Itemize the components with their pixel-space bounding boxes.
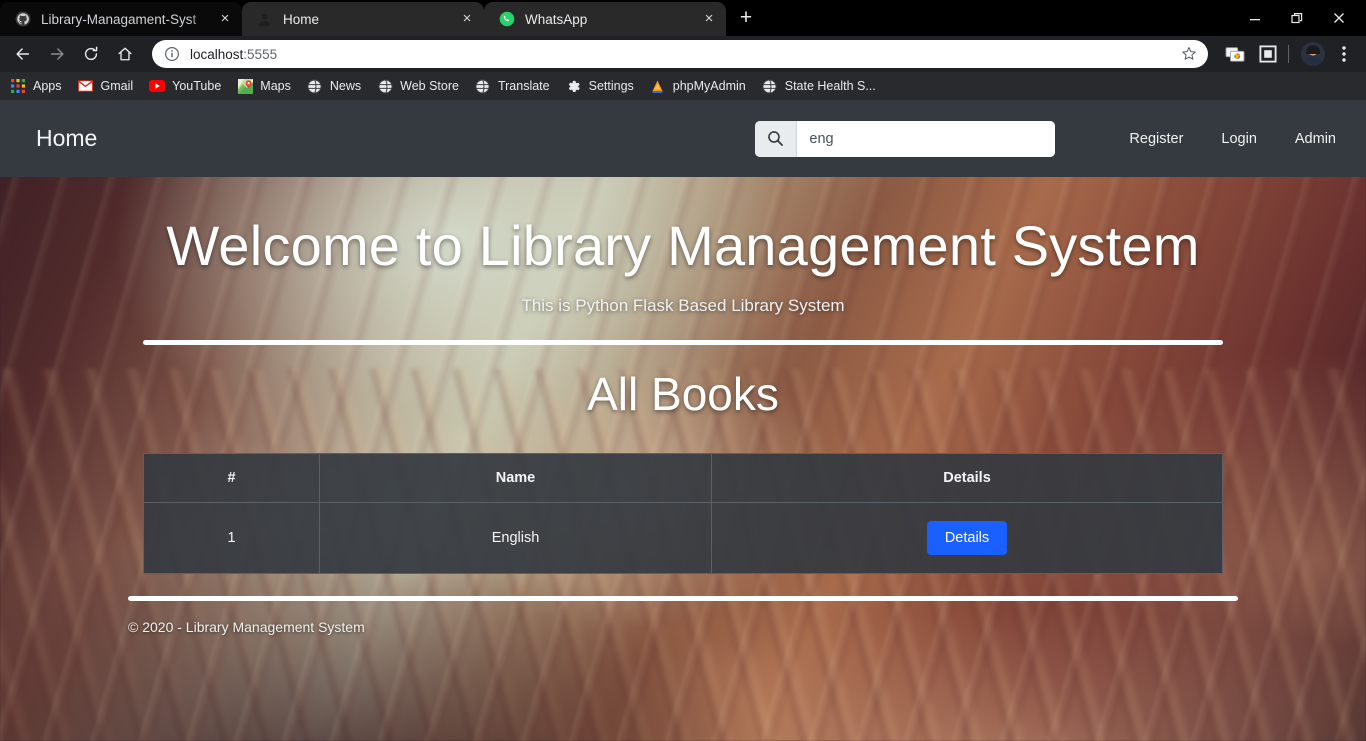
books-heading: All Books bbox=[587, 368, 779, 420]
bookmark-web-store[interactable]: Web Store bbox=[377, 78, 459, 94]
bookmarks-bar: Apps Gmail YouTube Maps News Web Store T… bbox=[0, 72, 1366, 100]
search-box[interactable] bbox=[755, 120, 1056, 157]
tab-close-icon[interactable]: × bbox=[216, 10, 234, 28]
github-icon bbox=[14, 11, 31, 28]
site-navbar: Home Register Login Admin bbox=[0, 100, 1366, 177]
page-title: Welcome to Library Management System bbox=[166, 214, 1200, 277]
gear-icon bbox=[566, 78, 582, 94]
globe-icon bbox=[377, 78, 393, 94]
browser-tab-home[interactable]: Home × bbox=[242, 2, 484, 36]
books-table-wrapper: # Name Details 1 English Details bbox=[143, 453, 1223, 574]
avatar[interactable] bbox=[1301, 42, 1325, 66]
cell-details: Details bbox=[711, 502, 1223, 574]
search-input[interactable] bbox=[797, 120, 1056, 157]
bookmark-label: phpMyAdmin bbox=[672, 79, 746, 93]
bookmark-label: News bbox=[329, 79, 362, 93]
user-silhouette-icon bbox=[256, 11, 273, 28]
home-icon[interactable] bbox=[110, 39, 140, 69]
url-host: localhost bbox=[190, 46, 244, 62]
tab-close-icon[interactable]: × bbox=[700, 10, 718, 28]
bookmark-label: Apps bbox=[33, 79, 62, 93]
books-table-head: # Name Details bbox=[143, 453, 1223, 503]
bookmark-apps[interactable]: Apps bbox=[10, 78, 62, 94]
bookmark-gmail[interactable]: Gmail bbox=[78, 78, 134, 94]
minimize-icon[interactable] bbox=[1234, 0, 1276, 36]
bookmark-maps[interactable]: Maps bbox=[237, 78, 291, 94]
bookmark-phpmyadmin[interactable]: phpMyAdmin bbox=[650, 78, 746, 94]
bookmark-translate[interactable]: Translate bbox=[475, 78, 550, 94]
tab-title: WhatsApp bbox=[525, 11, 588, 27]
globe-icon bbox=[762, 78, 778, 94]
bookmark-label: YouTube bbox=[172, 79, 222, 93]
nav-link-register[interactable]: Register bbox=[1129, 131, 1183, 147]
details-button[interactable]: Details bbox=[926, 521, 1008, 555]
books-table: # Name Details 1 English Details bbox=[143, 453, 1223, 574]
nav-link-login[interactable]: Login bbox=[1221, 131, 1256, 147]
footer-divider bbox=[128, 596, 1238, 601]
youtube-icon bbox=[149, 78, 166, 94]
bookmark-label: Maps bbox=[260, 79, 291, 93]
cell-index: 1 bbox=[143, 502, 320, 574]
web-page: Home Register Login Admin Welcome to Lib… bbox=[0, 100, 1366, 741]
window-controls bbox=[1234, 0, 1366, 36]
arrow-forward-icon[interactable] bbox=[42, 39, 72, 69]
hero-subtitle: This is Python Flask Based Library Syste… bbox=[521, 296, 845, 315]
globe-icon bbox=[475, 78, 491, 94]
bookmark-youtube[interactable]: YouTube bbox=[149, 78, 221, 94]
hero-divider bbox=[143, 340, 1223, 345]
books-table-body: 1 English Details bbox=[143, 502, 1223, 574]
browser-tab-whatsapp[interactable]: WhatsApp × bbox=[484, 2, 726, 36]
reload-icon[interactable] bbox=[76, 39, 106, 69]
star-icon[interactable] bbox=[1176, 41, 1202, 67]
google-maps-icon bbox=[237, 78, 253, 94]
column-header-index: # bbox=[143, 453, 320, 503]
toolbar-right-icons bbox=[1216, 40, 1358, 68]
bookmark-label: State Health S... bbox=[784, 79, 876, 93]
bookmark-news[interactable]: News bbox=[307, 78, 361, 94]
cell-name: English bbox=[319, 502, 712, 574]
address-bar[interactable]: localhost:5555 bbox=[152, 40, 1208, 68]
browser-window: Library-Managament-Syst × Home × WhatsAp… bbox=[0, 0, 1366, 741]
url-port: :5555 bbox=[243, 46, 278, 62]
new-tab-button[interactable]: + bbox=[732, 5, 760, 33]
picture-in-picture-icon[interactable] bbox=[1254, 40, 1282, 68]
table-header-row: # Name Details bbox=[143, 453, 1223, 503]
phpmyadmin-icon bbox=[650, 78, 666, 94]
info-circle-icon[interactable] bbox=[164, 46, 180, 62]
close-icon[interactable] bbox=[1318, 0, 1360, 36]
search-icon[interactable] bbox=[755, 120, 798, 157]
arrow-back-icon[interactable] bbox=[8, 39, 38, 69]
tab-strip: Library-Managament-Syst × Home × WhatsAp… bbox=[0, 0, 1366, 36]
hero-section: Welcome to Library Management System Thi… bbox=[0, 177, 1366, 345]
tab-close-icon[interactable]: × bbox=[458, 10, 476, 28]
tab-title: Library-Managament-Syst bbox=[41, 11, 197, 27]
url-text: localhost:5555 bbox=[190, 47, 1176, 62]
tab-title: Home bbox=[283, 11, 320, 27]
column-header-name: Name bbox=[319, 453, 712, 503]
bookmark-label: Web Store bbox=[400, 79, 459, 93]
restore-icon[interactable] bbox=[1276, 0, 1318, 36]
browser-tab-library-management[interactable]: Library-Managament-Syst × bbox=[0, 2, 242, 36]
bookmark-settings[interactable]: Settings bbox=[566, 78, 634, 94]
column-header-details: Details bbox=[711, 453, 1223, 503]
bookmark-label: Gmail bbox=[100, 79, 134, 93]
apps-grid-icon bbox=[10, 78, 26, 94]
copyright-text: © 2020 - Library Management System bbox=[128, 619, 365, 635]
nav-link-admin[interactable]: Admin bbox=[1295, 131, 1336, 147]
gmail-icon bbox=[78, 78, 94, 94]
bookmark-label: Translate bbox=[497, 79, 550, 93]
chrome-webstore-icon[interactable] bbox=[1221, 40, 1249, 68]
whatsapp-icon bbox=[498, 11, 515, 28]
bookmark-label: Settings bbox=[588, 79, 634, 93]
table-row: 1 English Details bbox=[143, 502, 1223, 574]
three-dot-menu-icon[interactable] bbox=[1330, 40, 1358, 68]
globe-icon bbox=[307, 78, 323, 94]
browser-toolbar: localhost:5555 bbox=[0, 36, 1366, 72]
toolbar-divider bbox=[1288, 45, 1289, 63]
site-footer: © 2020 - Library Management System bbox=[128, 596, 1238, 635]
bookmark-state-health[interactable]: State Health S... bbox=[762, 78, 876, 94]
navbar-brand-home[interactable]: Home bbox=[36, 125, 97, 152]
